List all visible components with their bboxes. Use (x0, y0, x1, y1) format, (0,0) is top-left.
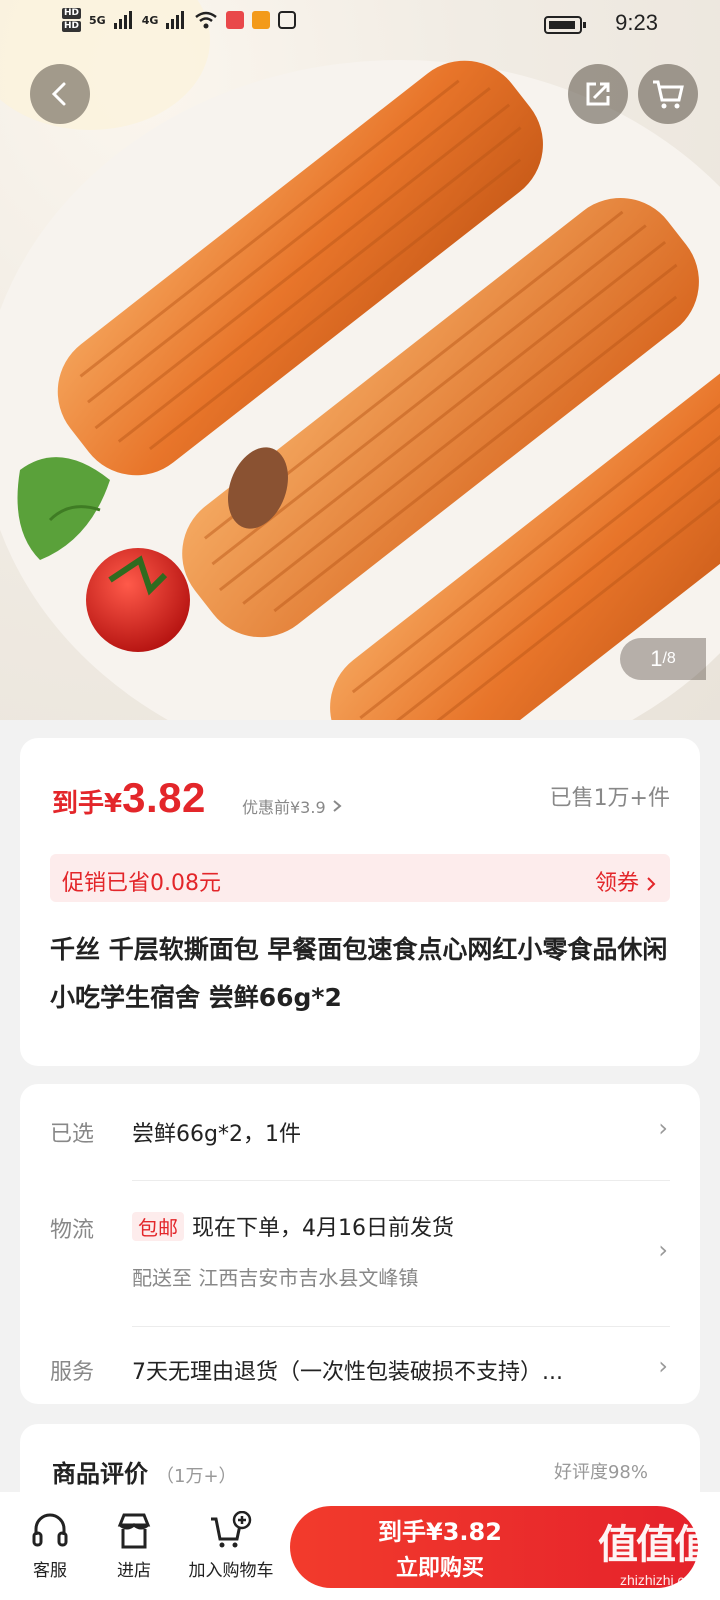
hand-app-icon (278, 11, 297, 29)
status-bar: HD HD 5G 4G 9:23 (0, 0, 720, 48)
review-heading: 商品评价 （1万+） (52, 1454, 237, 1489)
chevron-right-icon: › (658, 1114, 668, 1142)
add-to-cart-button[interactable]: 加入购物车 (176, 1506, 286, 1581)
headset-icon (32, 1513, 68, 1547)
review-count: （1万+） (156, 1466, 237, 1487)
original-price: 优惠前¥3.9 (242, 798, 326, 817)
positive-rate: 好评度98% (553, 1462, 648, 1483)
add-to-cart-label: 加入购物车 (188, 1561, 274, 1581)
product-title: 千丝 千层软撕面包 早餐面包速食点心网红小零食品休闲小吃学生宿舍 尝鲜66g*2 (50, 935, 668, 1012)
promo-text: 促销已省0.08元 (62, 871, 221, 896)
cart-button[interactable] (638, 64, 698, 124)
original-price-link[interactable]: 优惠前¥3.9 (242, 794, 342, 818)
watermark-url: zhizhizhi.com (619, 1572, 704, 1588)
status-time: 9:23 (615, 10, 658, 35)
chevron-left-icon (51, 82, 66, 106)
selected-row[interactable]: 已选 尝鲜66g*2，1件 › (50, 1084, 670, 1180)
chevron-right-icon (333, 800, 342, 812)
signal-5g-label: 5G (89, 13, 106, 27)
promo-banner[interactable]: 促销已省0.08元 领券 (50, 854, 670, 902)
price-value: 3.82 (122, 774, 206, 821)
share-button[interactable] (568, 64, 628, 124)
hd-icon: HD (62, 21, 82, 32)
coupon-label: 领券 (594, 871, 639, 896)
service-label: 服务 (50, 1360, 95, 1385)
info-card: 已选 尝鲜66g*2，1件 › 物流 包邮 现在下单，4月16日前发货 配送至 江… (20, 1084, 700, 1404)
chevron-right-icon: › (658, 1352, 668, 1380)
logistics-label: 物流 (50, 1218, 95, 1243)
hd-icon: HD (62, 8, 82, 19)
calendar-app-icon (226, 11, 245, 29)
battery-icon (544, 16, 586, 34)
price-prefix: 到手¥ (52, 789, 123, 819)
cart-icon (653, 80, 684, 109)
chevron-right-icon: › (658, 1236, 668, 1264)
free-shipping-badge: 包邮 (132, 1212, 184, 1241)
signal-icon (113, 11, 132, 29)
review-title: 商品评价 (52, 1460, 148, 1488)
buy-label: 立即购买 (395, 1556, 484, 1581)
sold-count: 已售1万+件 (549, 786, 670, 811)
store-button[interactable]: 进店 (84, 1506, 184, 1581)
delivery-address: 配送至 江西吉安市吉水县文峰镇 (132, 1266, 419, 1290)
add-to-cart-icon (211, 1511, 252, 1548)
back-button[interactable] (30, 64, 90, 124)
service-row[interactable]: 服务 7天无理由退货（一次性包装破损不支持）... › (50, 1326, 670, 1404)
get-coupon-button[interactable]: 领券 (595, 865, 656, 897)
store-label: 进店 (117, 1561, 151, 1581)
selected-label: 已选 (50, 1122, 95, 1147)
share-icon (586, 82, 610, 106)
selected-value: 尝鲜66g*2，1件 (132, 1122, 301, 1147)
buy-price: 到手¥3.82 (378, 1518, 502, 1546)
image-counter: 1/8 (620, 638, 706, 680)
signal-4g-label: 4G (141, 13, 159, 27)
image-current: 1 (650, 646, 663, 671)
logistics-value: 现在下单，4月16日前发货 (192, 1216, 454, 1241)
signal-icon (166, 11, 185, 29)
watermark-logo: 值值值 (598, 1522, 714, 1568)
chevron-right-icon (647, 877, 656, 891)
price-card: 到手¥ 3.82 优惠前¥3.9 已售1万+件 促销已省0.08元 领券 千丝 … (20, 738, 700, 1066)
video-app-icon (252, 11, 271, 29)
service-value: 7天无理由退货（一次性包装破损不支持）... (132, 1360, 563, 1385)
image-total: /8 (662, 650, 676, 667)
store-icon (117, 1513, 151, 1549)
logistics-row[interactable]: 物流 包邮 现在下单，4月16日前发货 配送至 江西吉安市吉水县文峰镇 › (50, 1180, 670, 1326)
wifi-icon (195, 11, 218, 29)
price-row: 到手¥ 3.82 (52, 774, 206, 822)
